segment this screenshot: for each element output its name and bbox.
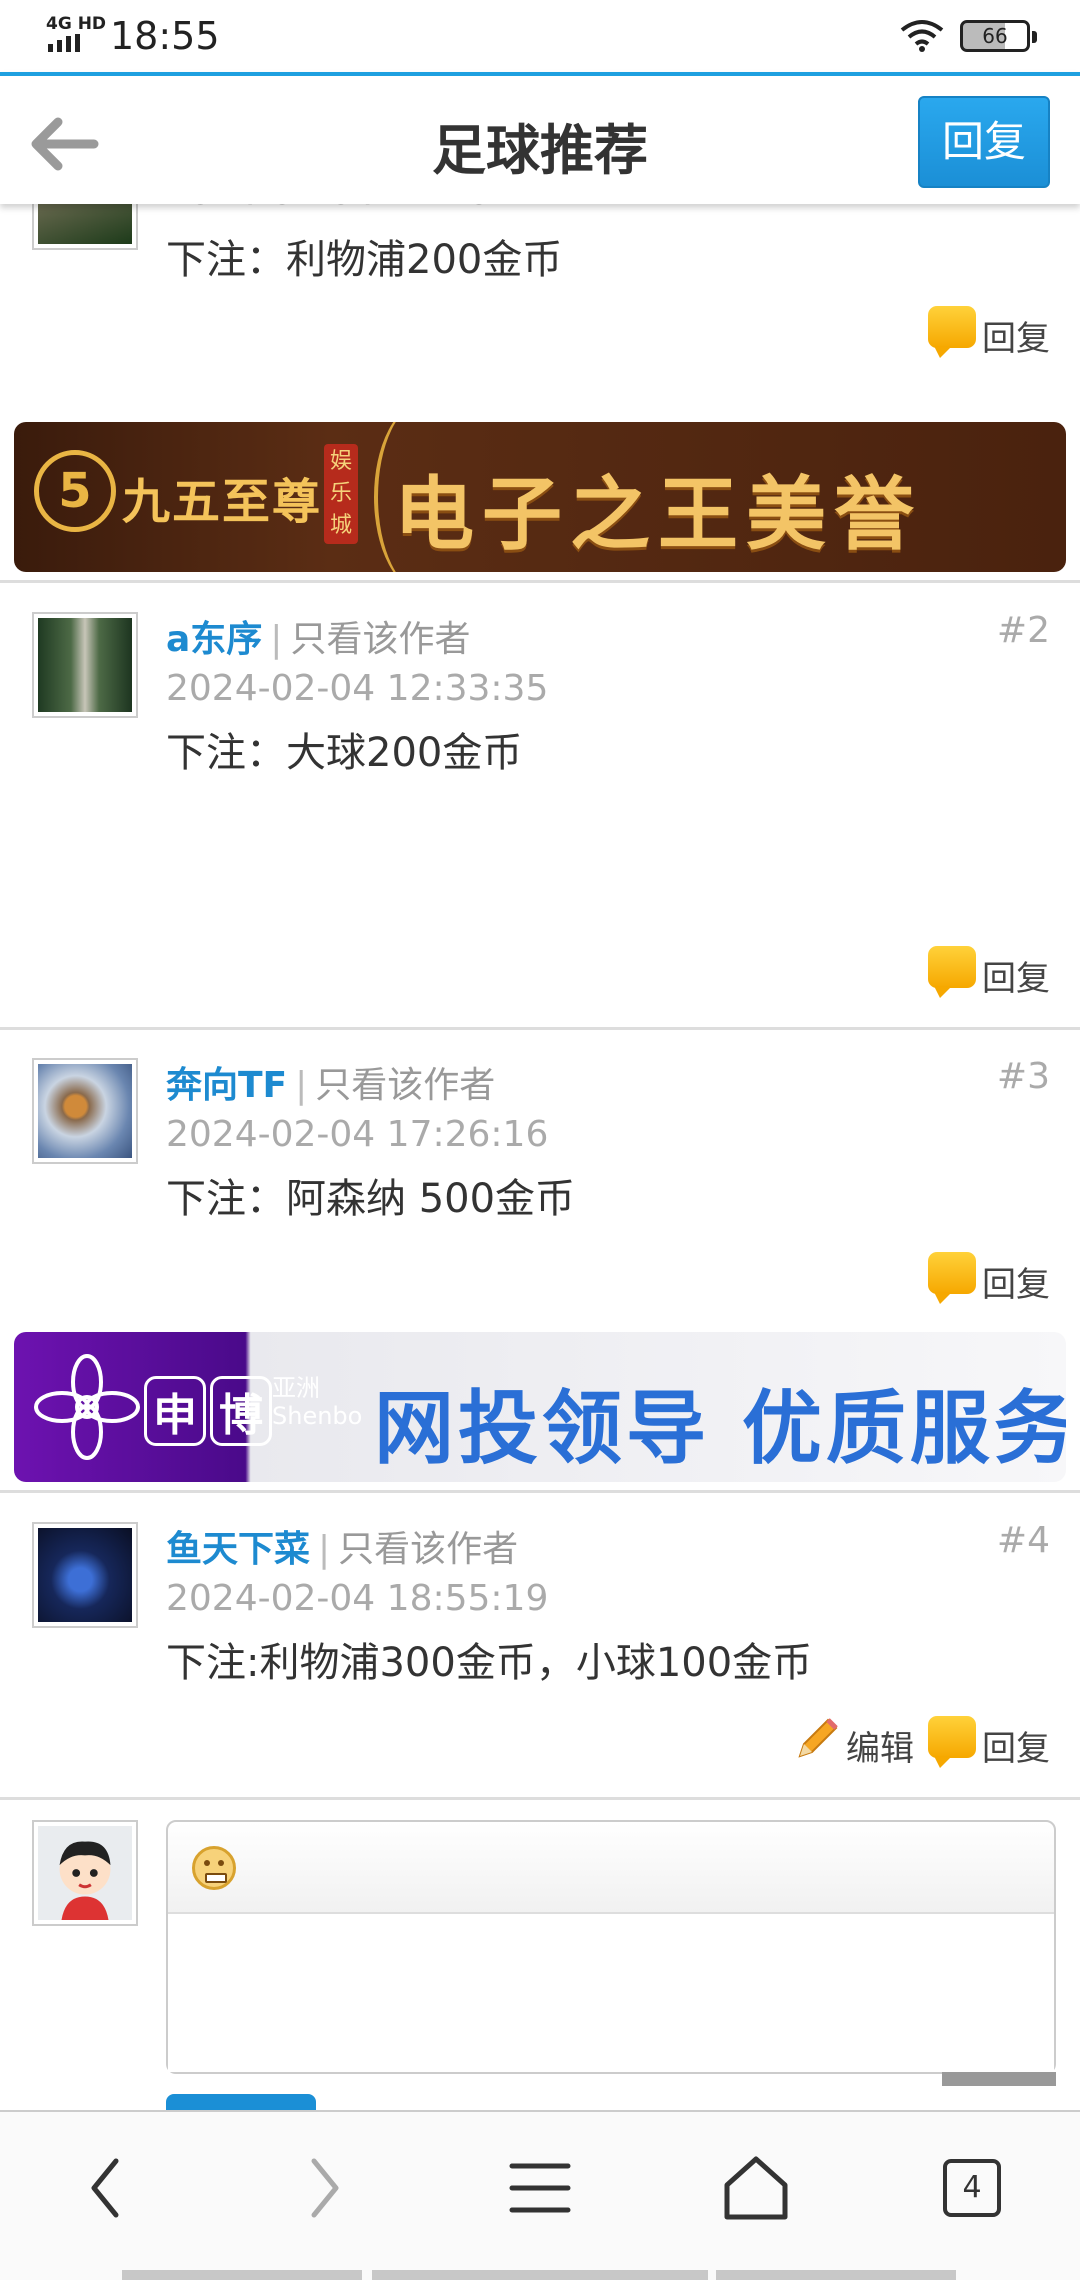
menu-icon (509, 2163, 571, 2213)
title-bar: 足球推荐 回复 (0, 72, 1080, 204)
banner-brand: 申博 (144, 1376, 276, 1446)
banner-sub-cn: 亚洲 (272, 1374, 320, 1402)
banner-brand: 九五至尊 (122, 474, 323, 530)
post-item: a东序 | 只看该作者 #2 2024-02-04 12:33:35 下注：大球20… (0, 584, 1080, 1030)
post-reply-link[interactable]: 回复 (928, 946, 1050, 1000)
avatar[interactable] (32, 204, 138, 250)
post-text: 下注:利物浦300金币，小球100金币 (166, 1640, 813, 1686)
banner-brand-char: 申 (144, 1376, 206, 1446)
resize-handle[interactable] (942, 2072, 1056, 2086)
signal-icon (48, 34, 80, 52)
clock: 18:55 (110, 14, 220, 58)
nav-tabs-button[interactable]: 4 (912, 2138, 1032, 2238)
wifi-icon (900, 20, 944, 52)
reply-button[interactable]: 回复 (918, 96, 1050, 188)
edit-label: 编辑 (846, 1729, 914, 1769)
divider (0, 1490, 1080, 1493)
banner-logo: 5 (34, 450, 116, 532)
post-text: 下注：大球200金币 (166, 730, 523, 776)
post-time: 2024-02-04 12:33:35 (166, 668, 549, 709)
nav-forward-button[interactable] (264, 2138, 384, 2238)
divider (0, 580, 1080, 583)
reply-bubble-icon (928, 946, 976, 998)
author-name[interactable]: 鱼天下菜 (166, 1529, 310, 1570)
my-avatar[interactable] (32, 1820, 138, 1926)
banner-slogan: 网投领导 优质服务 (374, 1382, 1066, 1475)
flower-logo-icon (34, 1354, 140, 1460)
banner-brand-char: 博 (210, 1376, 272, 1446)
post-item: 奔向TF | 只看该作者 #3 2024-02-04 17:26:16 下注：阿森纳… (0, 1030, 1080, 1336)
nav-home-button[interactable] (696, 2138, 816, 2238)
nav-menu-button[interactable] (480, 2138, 600, 2238)
reply-bubble-icon (928, 1252, 976, 1304)
ad-banner[interactable]: 5 九五至尊 娱乐城 电子之王美誉 (14, 422, 1066, 572)
post-reply-link[interactable]: 回复 (928, 1252, 1050, 1306)
post-item: 鱼天下菜 | 只看该作者 #4 2024-02-04 18:55:19 下注:利物浦… (0, 1494, 1080, 1800)
pencil-icon (798, 1718, 838, 1758)
reply-textarea[interactable] (168, 1914, 1054, 2072)
chevron-left-icon (91, 2158, 119, 2218)
nav-indicator (716, 2270, 956, 2280)
meta-separator: | (295, 1065, 308, 1106)
nav-indicator (372, 2270, 708, 2280)
ad-banner[interactable]: 申博 亚洲 Shenbo 网投领导 优质服务 (14, 1332, 1066, 1482)
avatar[interactable] (32, 612, 138, 718)
author-name[interactable]: a东序 (166, 619, 262, 660)
post-time: 2024-02-04 17:26:16 (166, 1114, 549, 1155)
banner-tag: 娱乐城 (324, 444, 358, 544)
network-indicator: 4G HD (46, 14, 107, 34)
tab-count: 4 (943, 2159, 1001, 2217)
post-text: 下注：利物浦200金币 (166, 237, 563, 283)
reply-compose (0, 1800, 1080, 2124)
floor-number: #2 (996, 610, 1050, 651)
only-author-link[interactable]: 只看该作者 (338, 1529, 518, 1570)
banner-subtitle: 亚洲 Shenbo (272, 1374, 362, 1430)
emoji-icon[interactable] (192, 1846, 236, 1890)
meta-separator: | (270, 619, 283, 660)
post-reply-link[interactable]: 回复 (928, 1716, 1050, 1770)
nav-back-button[interactable] (46, 2138, 166, 2238)
reply-label: 回复 (982, 1265, 1050, 1305)
reply-bubble-icon (928, 1716, 976, 1768)
floor-number: #3 (996, 1056, 1050, 1097)
post-actions: 编辑 回复 (792, 1714, 1050, 1770)
editor-toolbar (168, 1822, 1054, 1914)
status-bar: 4G HD 18:55 66 (0, 0, 1080, 72)
floor-number: #4 (996, 1520, 1050, 1561)
only-author-link[interactable]: 只看该作者 (290, 619, 470, 660)
chevron-right-icon (311, 2158, 339, 2218)
post-time: 2024-02-04 12:20:22 (166, 204, 548, 213)
author-name[interactable]: 奔向TF (166, 1065, 287, 1106)
cartoon-avatar-icon (38, 1826, 132, 1920)
reply-label: 回复 (982, 1729, 1050, 1769)
nav-indicator (122, 2270, 362, 2280)
edit-link[interactable]: 编辑 (792, 1714, 914, 1770)
avatar[interactable] (32, 1058, 138, 1164)
post-text: 下注：阿森纳 500金币 (166, 1176, 576, 1222)
banner-sub-en: Shenbo (272, 1402, 363, 1430)
reply-editor (166, 1820, 1056, 2074)
post-time: 2024-02-04 18:55:19 (166, 1578, 549, 1619)
avatar[interactable] (32, 1522, 138, 1628)
reply-label: 回复 (982, 959, 1050, 999)
home-icon (724, 2156, 788, 2220)
post-reply-link[interactable]: 回复 (928, 306, 1050, 360)
banner-slogan: 电子之王美誉 (394, 468, 922, 561)
browser-navbar: 4 (0, 2110, 1080, 2280)
only-author-link[interactable]: 只看该作者 (315, 1065, 495, 1106)
reply-bubble-icon (928, 306, 976, 358)
post-item: 2024-02-04 12:20:22 下注：利物浦200金币 回复 (0, 204, 1080, 424)
battery-icon: 66 (960, 20, 1037, 52)
meta-separator: | (318, 1529, 331, 1570)
reply-label: 回复 (982, 319, 1050, 359)
